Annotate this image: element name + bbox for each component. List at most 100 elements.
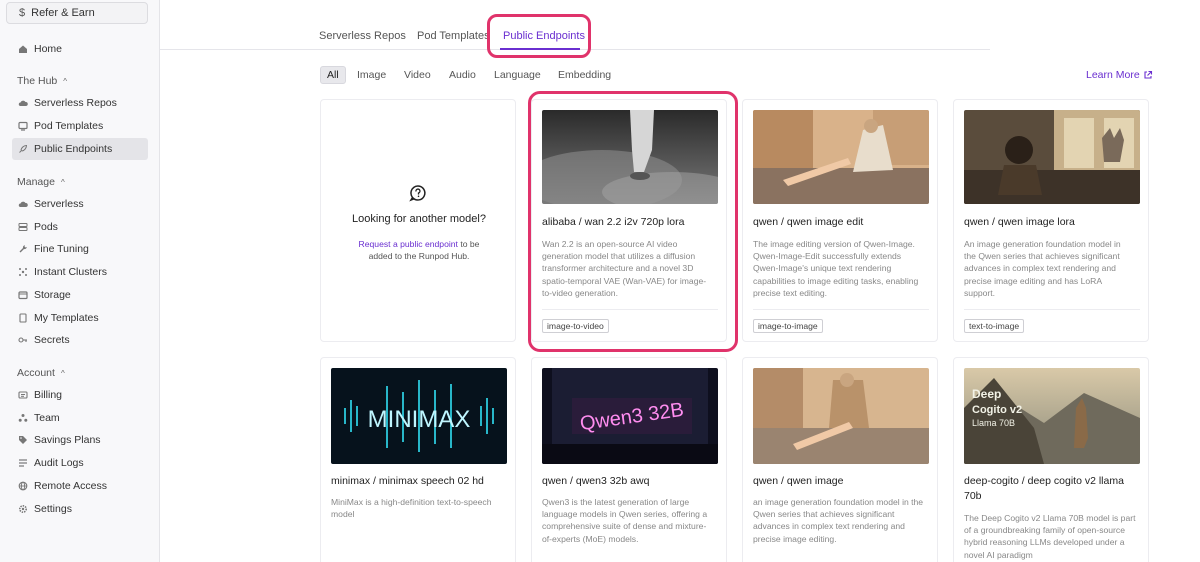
model-card[interactable]: qwen / qwen image lora An image generati… <box>953 99 1149 342</box>
card-divider <box>753 309 929 310</box>
sidebar-item-label: Pods <box>34 221 58 233</box>
model-card[interactable]: MINIMAX minimax / minimax speech 02 hd M… <box>320 357 516 562</box>
sidebar-item-label: Secrets <box>34 334 70 346</box>
section-account[interactable]: Account ^ <box>17 367 65 379</box>
wrench-icon <box>18 244 28 254</box>
model-title: qwen / qwen3 32b awq <box>542 475 650 487</box>
sidebar-item-storage[interactable]: Storage <box>12 284 148 306</box>
sidebar-item-label: Public Endpoints <box>34 143 113 155</box>
learn-more-link[interactable]: Learn More <box>1086 69 1153 81</box>
empty-state-title: Looking for another model? <box>352 213 486 225</box>
cloud-icon <box>18 98 28 108</box>
filter-image[interactable]: Image <box>357 66 386 84</box>
chevron-up-icon: ^ <box>63 76 68 86</box>
sidebar-item-label: Serverless <box>34 198 84 210</box>
model-description: An image generation foundation model in … <box>964 238 1140 299</box>
server-icon <box>18 222 28 232</box>
description-line: an image generation foundation model in … <box>753 497 924 507</box>
description-line: precise image editing and has LoRA <box>964 275 1103 286</box>
sidebar-item-pod-templates[interactable]: Pod Templates <box>12 115 148 137</box>
card-highlight-annotation <box>528 91 738 352</box>
learn-more-label: Learn More <box>1086 69 1140 81</box>
cogito-image-text-3: Llama 70B <box>972 418 1015 428</box>
model-card[interactable]: qwen / qwen image edit The image editing… <box>742 99 938 342</box>
sidebar-item-label: Settings <box>34 503 72 515</box>
description-line: MiniMax is a high-definition text-to-spe… <box>331 497 492 507</box>
sidebar-item-label: Storage <box>34 289 71 301</box>
sidebar-item-secrets[interactable]: Secrets <box>12 329 148 351</box>
sidebar-item-home[interactable]: Home <box>12 38 148 60</box>
request-endpoint-link[interactable]: Request a public endpoint <box>359 239 458 249</box>
section-label: Manage <box>17 176 55 188</box>
tab-serverless-repos[interactable]: Serverless Repos <box>319 30 406 42</box>
sidebar-item-label: Remote Access <box>34 480 107 492</box>
tab-highlight-annotation <box>487 14 591 58</box>
sidebar-item-audit-logs[interactable]: Audit Logs <box>12 452 148 474</box>
sidebar-item-label: Home <box>34 43 63 55</box>
sidebar-item-serverless[interactable]: Serverless <box>12 193 148 215</box>
storage-icon <box>18 290 28 300</box>
external-link-icon <box>1144 70 1152 79</box>
sidebar-item-my-templates[interactable]: My Templates <box>12 307 148 329</box>
model-title: deep-cogito / deep cogito v2 llama 70b <box>964 474 1124 504</box>
chevron-up-icon: ^ <box>60 368 65 378</box>
refer-earn-button[interactable]: $ Refer & Earn <box>6 2 148 24</box>
filter-language[interactable]: Language <box>494 66 541 84</box>
sidebar: $ Refer & Earn Home The Hub ^ Serverless… <box>0 0 160 562</box>
empty-state-text-line2: added to the Runpod Hub. <box>368 251 470 261</box>
description-line: hybrid reasoning LLMs developed under a <box>964 537 1125 548</box>
sidebar-item-serverless-repos[interactable]: Serverless Repos <box>12 92 148 114</box>
sidebar-item-label: Savings Plans <box>34 434 101 446</box>
model-card[interactable]: qwen / qwen image an image generation fo… <box>742 357 938 562</box>
empty-state-text: Request a public endpoint to be added to… <box>321 238 515 262</box>
tab-pod-templates[interactable]: Pod Templates <box>417 30 490 42</box>
billing-icon <box>18 390 28 400</box>
filter-embedding[interactable]: Embedding <box>558 66 611 84</box>
cogito-image-text-2: Cogito v2 <box>972 404 1022 416</box>
description-line: Qwen-Image's unique text rendering <box>753 263 892 274</box>
cloud-icon <box>18 199 28 209</box>
model-description: an image generation foundation model in … <box>753 496 929 545</box>
dollar-icon: $ <box>19 7 26 19</box>
sidebar-item-pods[interactable]: Pods <box>12 216 148 238</box>
filter-all[interactable]: All <box>320 66 346 84</box>
description-line: The Deep Cogito v2 Llama 70B model is pa… <box>964 513 1136 523</box>
description-line: Qwen-Image-Edit successfully extends <box>753 251 902 262</box>
description-line: The image editing version of Qwen-Image. <box>753 239 915 249</box>
description-line: support. <box>964 287 996 298</box>
request-endpoint-card: Looking for another model? Request a pub… <box>320 99 516 342</box>
sidebar-item-label: Pod Templates <box>34 120 104 132</box>
section-the-hub[interactable]: The Hub ^ <box>17 75 67 87</box>
description-line: An image generation foundation model in <box>964 239 1121 249</box>
model-thumbnail: Deep Cogito v2 Llama 70B <box>964 368 1140 464</box>
description-line: novel AI paradigm <box>964 549 1033 560</box>
model-thumbnail <box>753 368 929 464</box>
sidebar-item-team[interactable]: Team <box>12 407 148 429</box>
model-card[interactable]: Deep Cogito v2 Llama 70B deep-cogito / d… <box>953 357 1149 562</box>
globe-icon <box>18 481 28 491</box>
document-icon <box>18 313 28 323</box>
description-line: of-experts (MoE) models. <box>542 533 639 544</box>
section-manage[interactable]: Manage ^ <box>17 176 65 188</box>
model-description: Qwen3 is the latest generation of large … <box>542 496 718 545</box>
team-icon <box>18 413 28 423</box>
model-description: The Deep Cogito v2 Llama 70B model is pa… <box>964 512 1140 561</box>
template-icon <box>18 121 28 131</box>
section-label: The Hub <box>17 75 58 87</box>
model-title-line: deep-cogito / deep cogito v2 llama <box>964 475 1124 487</box>
sidebar-item-savings-plans[interactable]: Savings Plans <box>12 429 148 451</box>
model-title: qwen / qwen image lora <box>964 216 1075 228</box>
sidebar-item-instant-clusters[interactable]: Instant Clusters <box>12 261 148 283</box>
home-icon <box>18 44 28 54</box>
sidebar-item-fine-tuning[interactable]: Fine Tuning <box>12 238 148 260</box>
sidebar-item-remote-access[interactable]: Remote Access <box>12 475 148 497</box>
sidebar-item-billing[interactable]: Billing <box>12 384 148 406</box>
model-card[interactable]: Qwen3 32B qwen / qwen3 32b awq Qwen3 is … <box>531 357 727 562</box>
filter-audio[interactable]: Audio <box>449 66 476 84</box>
sidebar-item-public-endpoints[interactable]: Public Endpoints <box>12 138 148 160</box>
filter-video[interactable]: Video <box>404 66 431 84</box>
description-line: the Qwen series that achieves significan… <box>964 251 1120 262</box>
description-line: model <box>331 509 355 520</box>
sidebar-item-settings[interactable]: Settings <box>12 498 148 520</box>
sidebar-item-label: Fine Tuning <box>34 243 89 255</box>
